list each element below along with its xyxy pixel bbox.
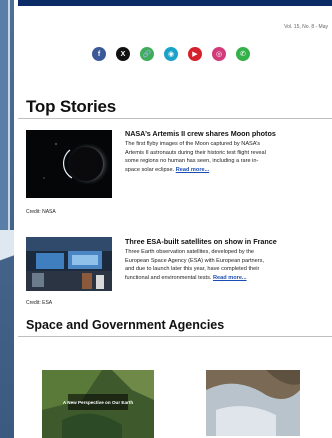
issue-label: Vol. 15, No. 8 - May [284, 24, 328, 30]
story-1-title[interactable]: NASA’s Artemis II crew shares Moon photo… [125, 129, 276, 138]
left-background-diagonal [0, 230, 14, 300]
satellites-hall-photo [26, 237, 112, 291]
social-links: f X 🔗 ◉ ▶ ◎ ✆ [92, 47, 250, 63]
divider [18, 118, 332, 119]
instagram-icon[interactable]: ◎ [212, 47, 226, 61]
story-1-read-more[interactable]: Read more... [176, 167, 210, 173]
divider [18, 336, 332, 337]
newsletter-page[interactable]: Vol. 15, No. 8 - May f X 🔗 ◉ ▶ ◎ ✆ Top S… [18, 0, 332, 438]
story-2-credit: Credit: ESA [26, 300, 53, 306]
moon-eclipse-photo [26, 130, 112, 198]
x-icon[interactable]: X [116, 47, 130, 61]
top-stories-heading: Top Stories [26, 97, 117, 116]
link-icon[interactable]: 🔗 [140, 47, 154, 61]
facebook-icon[interactable]: f [92, 47, 106, 61]
header-bar [18, 0, 332, 6]
whatsapp-icon[interactable]: ✆ [236, 47, 250, 61]
youtube-icon[interactable]: ▶ [188, 47, 202, 61]
story-2-summary: Three Earth observation satellites, deve… [125, 249, 264, 281]
agencies-heading: Space and Government Agencies [26, 318, 225, 332]
story-1-credit: Credit: NASA [26, 209, 56, 215]
smoke-satellite-photo [206, 370, 300, 436]
flickr-icon[interactable]: ◉ [164, 47, 178, 61]
left-background-strip [0, 0, 14, 438]
story-2-read-more[interactable]: Read more... [213, 275, 247, 281]
story-1-summary: The first flyby images of the Moon captu… [125, 141, 266, 173]
story-2-image[interactable] [26, 237, 112, 291]
agency-image-caption: A New Perspective on Our Earth [62, 400, 134, 405]
story-1-image[interactable] [26, 130, 112, 198]
story-2-title[interactable]: Three ESA-built satellites on show in Fr… [125, 237, 277, 246]
agency-image-fires[interactable] [206, 370, 300, 436]
left-background-panel [0, 0, 10, 240]
